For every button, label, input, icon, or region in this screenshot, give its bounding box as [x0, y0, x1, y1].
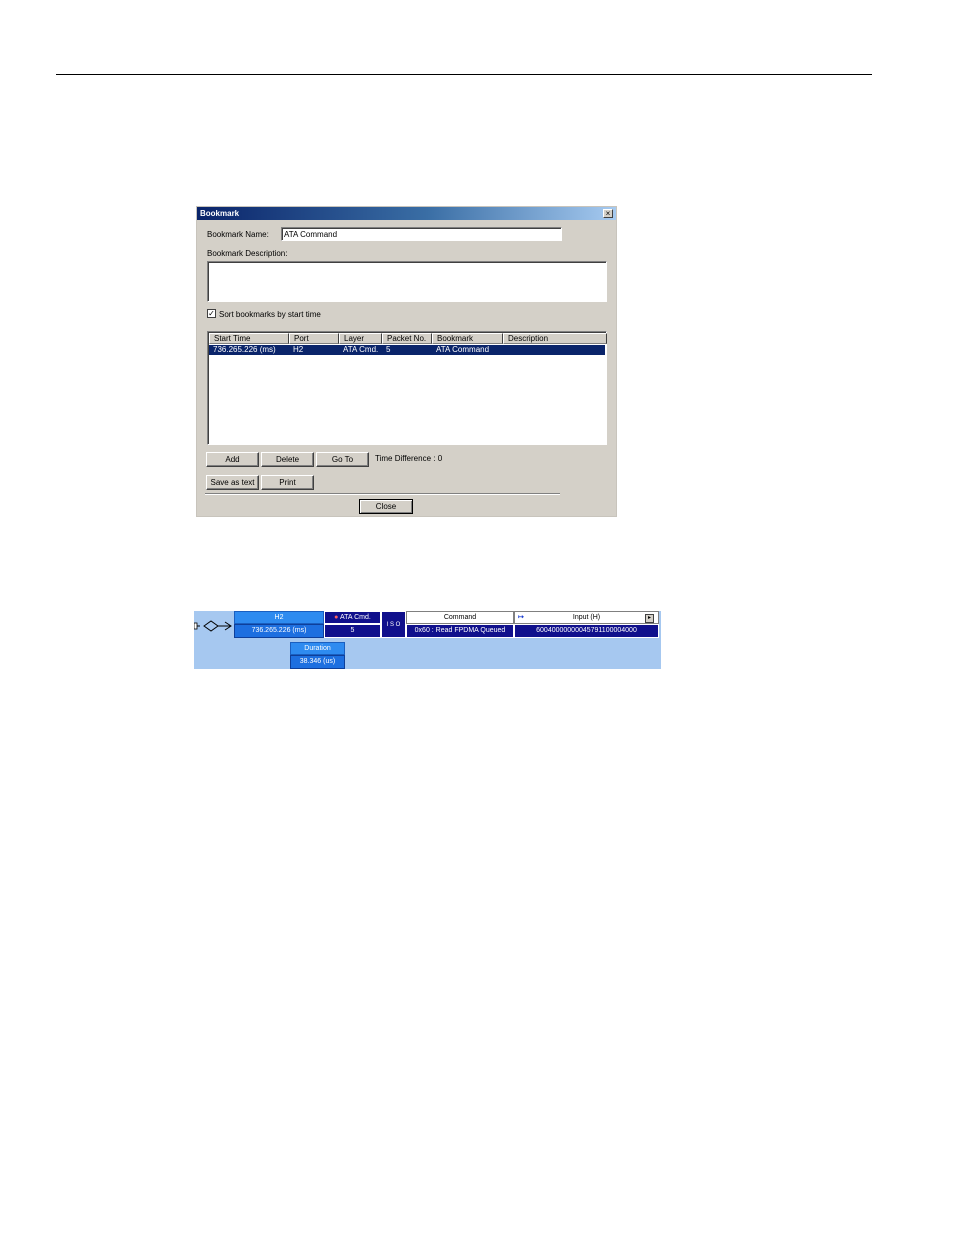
column-layer[interactable]: Layer	[339, 333, 382, 344]
print-button[interactable]: Print	[261, 475, 314, 490]
input-header-label: Input (H)	[572, 614, 601, 621]
sort-checkbox[interactable]: ✓	[207, 309, 216, 318]
command-header[interactable]: Command	[406, 611, 514, 624]
save-as-text-button[interactable]: Save as text	[206, 475, 259, 490]
add-button[interactable]: Add	[206, 452, 259, 467]
input-value: 60040000000045791100004000	[514, 624, 659, 638]
table-row[interactable]: 736.265.226 (ms) H2 ATA Cmd. 5 ATA Comma…	[209, 345, 605, 355]
layer-header[interactable]: ● ATA Cmd.	[324, 611, 381, 624]
port-time: 736.265.226 (ms)	[234, 624, 324, 638]
cell-bookmark: ATA Command	[436, 345, 490, 354]
page-header-rule	[56, 74, 872, 75]
expand-icon[interactable]: ▸	[645, 614, 654, 623]
close-button[interactable]: Close	[359, 499, 413, 514]
duration-value: 38.346 (us)	[290, 655, 345, 669]
packet-number: 5	[324, 624, 381, 638]
dialog-title: Bookmark	[200, 209, 240, 218]
bookmark-name-label: Bookmark Name:	[207, 230, 269, 239]
bookmark-description-label: Bookmark Description:	[207, 249, 288, 258]
dialog-separator	[205, 493, 560, 495]
bookmark-list-header: Start Time Port Layer Packet No. Bookmar…	[209, 333, 607, 344]
bookmark-dialog: Bookmark × Bookmark Name: Bookmark Descr…	[196, 206, 617, 517]
port-header[interactable]: H2	[234, 611, 324, 624]
layer-header-label: ATA Cmd.	[339, 614, 371, 621]
command-value: 0x60 : Read FPDMA Queued	[406, 624, 514, 638]
bookmark-name-input[interactable]	[281, 227, 562, 241]
dialog-titlebar[interactable]: Bookmark ×	[197, 207, 616, 220]
time-difference-text: Time Difference : 0	[375, 454, 443, 463]
trace-packet-strip[interactable]: H2 736.265.226 (ms) ● ATA Cmd. 5 I S O C…	[194, 611, 661, 669]
bookmark-description-input[interactable]	[207, 261, 607, 302]
arrow-right-icon: ↦	[518, 614, 524, 621]
column-packet-no[interactable]: Packet No.	[382, 333, 432, 344]
column-description[interactable]: Description	[503, 333, 607, 344]
cell-layer: ATA Cmd.	[343, 345, 379, 354]
iso-label: I S O	[381, 611, 406, 638]
bookmark-list[interactable]: Start Time Port Layer Packet No. Bookmar…	[207, 331, 607, 445]
delete-button[interactable]: Delete	[261, 452, 314, 467]
column-port[interactable]: Port	[289, 333, 339, 344]
cell-port: H2	[293, 345, 304, 354]
sort-checkbox-label: Sort bookmarks by start time	[219, 310, 321, 319]
column-start-time[interactable]: Start Time	[209, 333, 289, 344]
layer-marker-icon: ●	[334, 614, 339, 621]
cell-start-time: 736.265.226 (ms)	[213, 345, 276, 354]
column-bookmark[interactable]: Bookmark	[432, 333, 503, 344]
duration-header[interactable]: Duration	[290, 642, 345, 655]
close-icon[interactable]: ×	[603, 209, 613, 218]
go-to-button[interactable]: Go To	[316, 452, 369, 467]
cell-packet-no: 5	[386, 345, 391, 354]
packet-direction-icon	[194, 620, 232, 632]
input-header[interactable]: ↦ Input (H) ▸	[514, 611, 659, 624]
